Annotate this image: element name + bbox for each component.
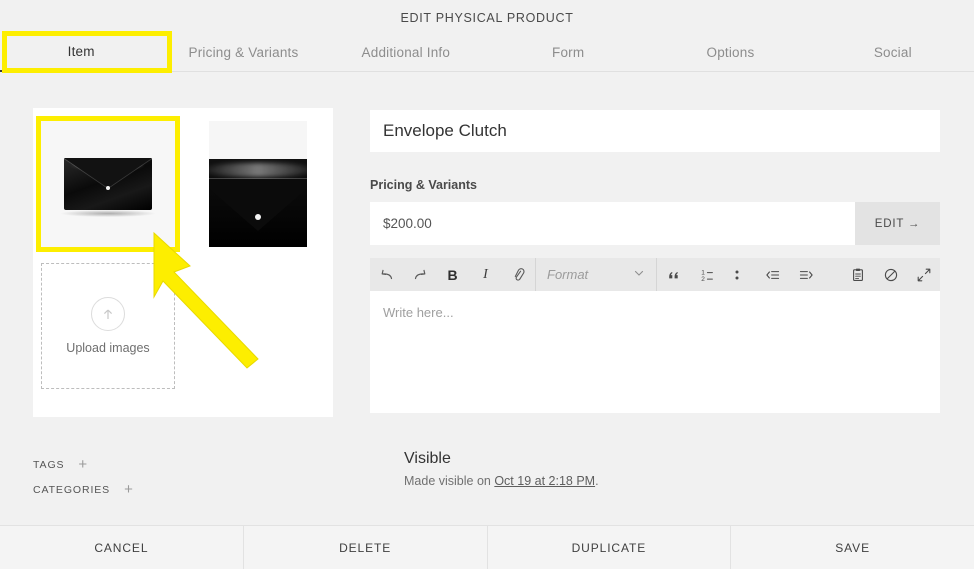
tags-label: TAGS (33, 458, 65, 471)
tab-item-label: Item (67, 43, 95, 59)
closeup-background (209, 121, 307, 159)
link-icon[interactable] (502, 258, 535, 291)
pricing-edit-button[interactable]: EDIT → (855, 202, 940, 245)
upload-images-label: Upload images (66, 341, 150, 355)
bold-icon[interactable]: B (436, 258, 469, 291)
visibility-detail-prefix: Made visible on (404, 474, 495, 488)
meta-list: TAGS + CATEGORIES + (33, 452, 333, 502)
duplicate-button-label: DUPLICATE (571, 540, 647, 555)
save-button[interactable]: SAVE (731, 526, 974, 569)
page-title: EDIT PHYSICAL PRODUCT (400, 11, 574, 25)
undo-icon[interactable] (370, 258, 403, 291)
bulleted-list-icon[interactable] (723, 258, 756, 291)
save-button-label: SAVE (835, 540, 870, 555)
description-textarea[interactable]: Write here... (370, 291, 940, 399)
action-bar: CANCEL DELETE DUPLICATE SAVE (0, 525, 974, 569)
thumbnail-1[interactable] (36, 116, 180, 252)
tab-additional-info-label: Additional Info (361, 44, 451, 60)
clutch-shadow (61, 210, 155, 217)
duplicate-button[interactable]: DUPLICATE (488, 526, 732, 569)
clutch-illustration (61, 158, 155, 217)
cancel-button-label: CANCEL (94, 540, 149, 555)
fullscreen-icon[interactable] (907, 258, 940, 291)
visibility-detail-suffix: . (595, 474, 599, 488)
tab-bar: Item Pricing & Variants Additional Info … (0, 32, 974, 72)
edit-product-screen: EDIT PHYSICAL PRODUCT Item Pricing & Var… (0, 0, 974, 569)
editor-toolbar: B I Format 1 2 (370, 258, 940, 291)
description-placeholder: Write here... (383, 305, 454, 320)
price-input[interactable]: $200.00 (370, 202, 855, 245)
tab-additional-info[interactable]: Additional Info (325, 32, 487, 72)
tab-item[interactable]: Item (0, 32, 163, 72)
format-dropdown-label: Format (547, 267, 589, 282)
tab-pricing-variants[interactable]: Pricing & Variants (162, 32, 324, 72)
tab-options-label: Options (706, 44, 755, 60)
closeup-flap (209, 179, 307, 231)
pricing-edit-label: EDIT → (874, 217, 921, 230)
closeup-stud (255, 214, 262, 220)
clear-formatting-icon[interactable] (874, 258, 907, 291)
description-editor: B I Format 1 2 Write here... (370, 258, 940, 413)
redo-icon[interactable] (403, 258, 436, 291)
add-tag-icon[interactable]: + (78, 457, 87, 472)
delete-button-label: DELETE (339, 540, 392, 555)
price-value: $200.00 (383, 216, 432, 231)
visibility-status: Visible (404, 450, 451, 467)
blockquote-icon[interactable] (657, 258, 690, 291)
product-title-input[interactable]: Envelope Clutch (370, 110, 940, 152)
svg-text:2: 2 (701, 276, 705, 283)
paste-icon[interactable] (841, 258, 874, 291)
closeup-body (209, 159, 307, 247)
categories-row[interactable]: CATEGORIES + (33, 477, 333, 502)
tags-row[interactable]: TAGS + (33, 452, 333, 477)
tab-social-label: Social (873, 44, 912, 60)
chevron-down-icon (633, 267, 645, 282)
ordered-list-icon[interactable]: 1 2 (690, 258, 723, 291)
tab-form-label: Form (552, 44, 585, 60)
upload-images-dropzone[interactable]: Upload images (41, 263, 175, 389)
pricing-row: $200.00 EDIT → (370, 202, 940, 245)
product-title-value: Envelope Clutch (383, 121, 507, 140)
pricing-section-label: Pricing & Variants (370, 178, 477, 192)
closeup-sheen (209, 163, 307, 177)
add-category-icon[interactable]: + (124, 482, 133, 497)
visibility-detail: Made visible on Oct 19 at 2:18 PM. (404, 474, 599, 488)
product-images-card: Upload images (33, 108, 333, 417)
indent-icon[interactable] (789, 258, 822, 291)
format-dropdown[interactable]: Format (536, 258, 656, 291)
clutch-stud (106, 186, 110, 190)
thumbnail-2[interactable] (209, 121, 307, 247)
categories-label: CATEGORIES (33, 483, 111, 496)
cancel-button[interactable]: CANCEL (0, 526, 244, 569)
visibility-date[interactable]: Oct 19 at 2:18 PM (494, 474, 595, 488)
upload-arrow-icon (91, 297, 125, 331)
tab-social[interactable]: Social (812, 32, 974, 72)
tab-form[interactable]: Form (487, 32, 649, 72)
delete-button[interactable]: DELETE (244, 526, 488, 569)
clutch-flap (64, 158, 152, 188)
italic-icon[interactable]: I (469, 258, 502, 291)
outdent-icon[interactable] (756, 258, 789, 291)
tab-options[interactable]: Options (649, 32, 811, 72)
visibility-block: Visible Made visible on Oct 19 at 2:18 P… (404, 450, 599, 488)
tab-pricing-variants-label: Pricing & Variants (188, 44, 299, 60)
